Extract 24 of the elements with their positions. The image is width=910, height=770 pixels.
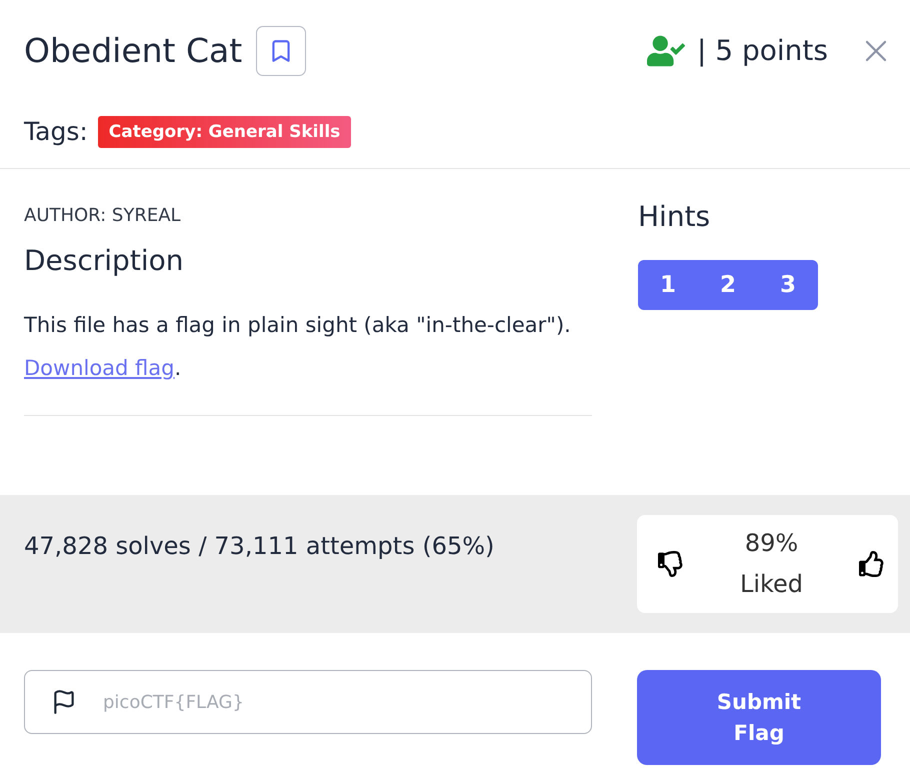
like-button[interactable] [859,551,885,577]
thumbs-up-icon [859,551,885,577]
category-tag: Category: General Skills [98,116,352,148]
flag-icon [51,689,77,715]
description-text: This file has a flag in plain sight (aka "in-the-clear"). [24,312,572,339]
challenge-title: Obedient Cat [24,31,242,71]
download-line: Download flag. [24,355,182,382]
hint-button[interactable]: 2 [698,260,758,310]
flag-input-field[interactable]: picoCTF{FLAG} [24,670,592,734]
rating-percent: 89% [744,528,798,559]
points-label: | 5 points [696,34,828,68]
rating-label: Liked [740,569,804,600]
tags-label: Tags: [24,116,88,148]
dislike-button[interactable] [658,551,684,577]
hints-heading: Hints [638,199,712,235]
submit-flag-button[interactable]: Submit Flag [637,670,881,765]
solves-text: 47,828 solves / 73,111 attempts (65%) [24,531,494,561]
download-link[interactable]: Download flag [24,356,174,380]
description-heading: Description [24,243,184,279]
hint-button[interactable]: 3 [758,260,818,310]
thumbs-down-icon [658,551,684,577]
hint-button[interactable]: 1 [638,260,698,310]
author-label: AUTHOR: SYREAL [24,204,182,228]
bookmark-button[interactable] [256,26,306,76]
